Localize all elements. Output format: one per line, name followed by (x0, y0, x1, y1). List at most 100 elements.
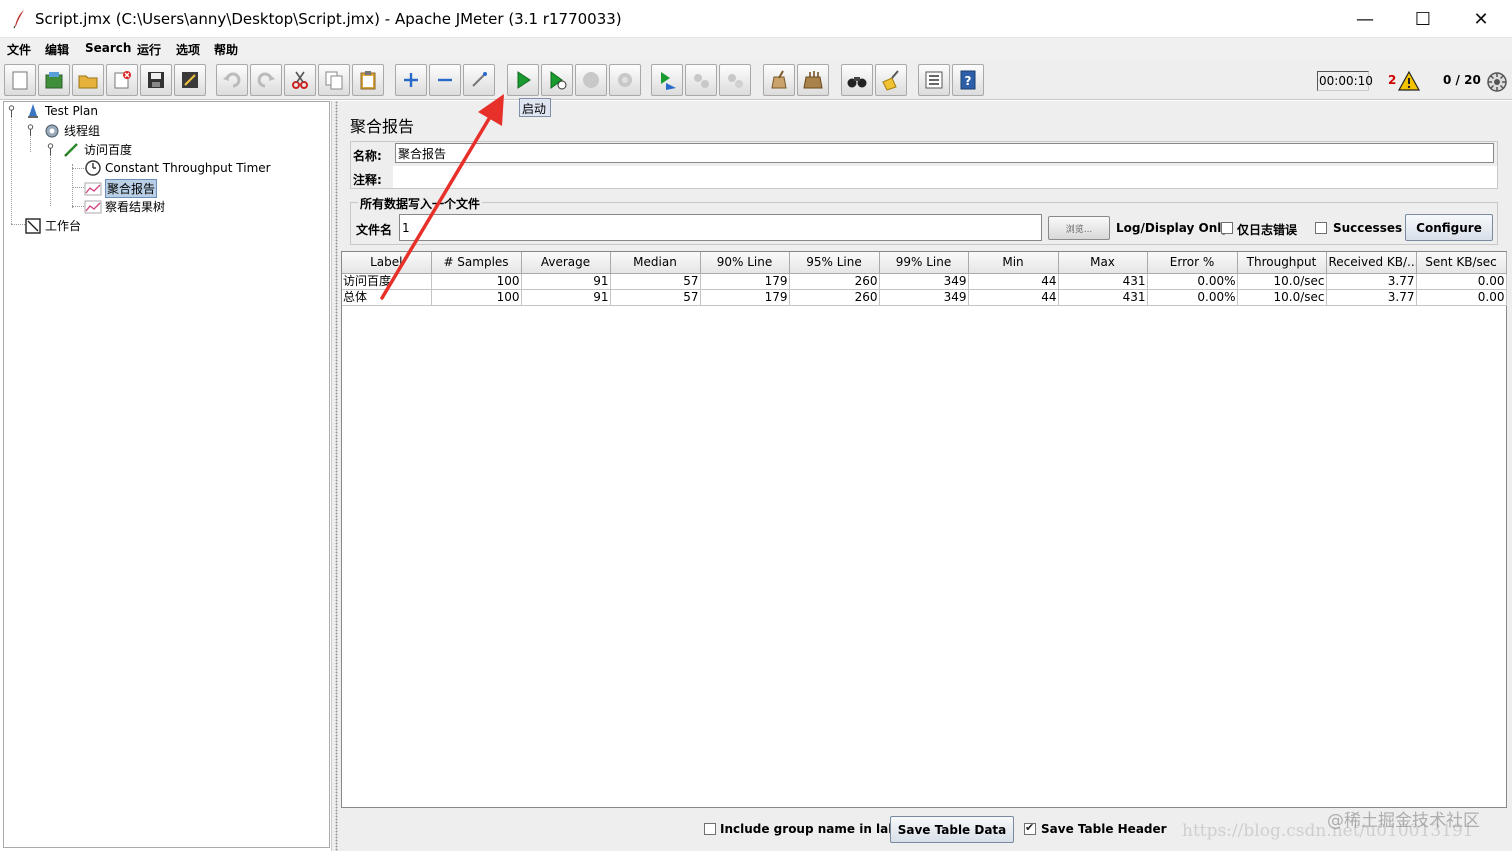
menu-search[interactable]: Search (85, 41, 131, 55)
workbench-icon (25, 217, 41, 234)
table-cell: 179 (700, 289, 790, 306)
play-no-timers-icon (550, 71, 567, 90)
header-min[interactable]: Min (968, 252, 1059, 274)
tree-node-view-results-tree[interactable]: 察看结果树 (84, 198, 165, 215)
save-table-data-button[interactable]: Save Table Data (890, 816, 1014, 843)
table-cell: 0.00 (1416, 289, 1507, 306)
name-comment-box: 名称: 注释: (350, 141, 1498, 189)
tree-node-workbench[interactable]: 工作台 (24, 217, 81, 234)
table-row[interactable]: 总体 100 91 57 179 260 349 44 431 0.00% 10… (342, 289, 1507, 306)
header-max[interactable]: Max (1058, 252, 1148, 274)
configure-button[interactable]: Configure (1405, 214, 1493, 241)
menu-edit[interactable]: 编辑 (45, 41, 69, 58)
collapse-all-button[interactable] (429, 64, 461, 96)
redo-button[interactable] (250, 64, 282, 96)
start-button[interactable] (507, 64, 539, 96)
header-90-line[interactable]: 90% Line (700, 252, 790, 274)
header-95-line[interactable]: 95% Line (789, 252, 880, 274)
menu-file[interactable]: 文件 (7, 41, 31, 58)
cut-button[interactable] (284, 64, 316, 96)
panel-splitter[interactable] (331, 101, 340, 851)
menu-options[interactable]: 选项 (176, 41, 200, 58)
header-received[interactable]: Received KB/... (1326, 252, 1417, 274)
stop-button[interactable] (575, 64, 607, 96)
header-99-line[interactable]: 99% Line (879, 252, 969, 274)
broom-icon (771, 70, 787, 89)
clear-all-button[interactable] (797, 64, 829, 96)
table-cell: 10.0/sec (1237, 289, 1327, 306)
save-as-image-button[interactable] (174, 64, 206, 96)
table-cell: 10.0/sec (1237, 273, 1327, 290)
remote-shutdown-button[interactable] (719, 64, 751, 96)
reset-search-button[interactable] (875, 64, 907, 96)
copy-button[interactable] (318, 64, 350, 96)
clear-button[interactable] (763, 64, 795, 96)
undo-icon (223, 72, 241, 88)
listener-graph-icon (84, 200, 102, 213)
start-no-pauses-button[interactable] (541, 64, 573, 96)
filename-input[interactable] (399, 214, 1042, 241)
tree-node-test-plan[interactable]: Test Plan (24, 103, 98, 119)
header-sent[interactable]: Sent KB/sec (1416, 252, 1507, 274)
table-cell: 44 (968, 289, 1059, 306)
warning-icon[interactable] (1398, 71, 1420, 91)
redo-icon (257, 72, 275, 88)
browse-button[interactable]: 浏览... (1048, 216, 1110, 240)
tree-toggle-icon[interactable] (26, 124, 35, 136)
toggle-button[interactable] (463, 64, 495, 96)
tree-node-http-request[interactable]: 访问百度 (63, 141, 132, 158)
tree-node-thread-group[interactable]: 线程组 (43, 122, 100, 139)
help-button[interactable]: ? (952, 64, 984, 96)
tree-toggle-icon[interactable] (46, 143, 55, 155)
shutdown-button[interactable] (609, 64, 641, 96)
tree-label: 访问百度 (84, 143, 133, 157)
table-cell: 44 (968, 273, 1059, 290)
table-cell: 91 (521, 289, 611, 306)
expand-all-button[interactable] (395, 64, 427, 96)
search-button[interactable] (841, 64, 873, 96)
new-button[interactable] (4, 64, 36, 96)
splitter-grip[interactable] (335, 101, 338, 851)
header-median[interactable]: Median (610, 252, 701, 274)
header-throughput[interactable]: Throughput (1237, 252, 1327, 274)
table-cell: 0.00% (1147, 289, 1238, 306)
table-cell: 访问百度 (342, 273, 432, 290)
comment-input[interactable] (393, 166, 1497, 188)
errors-only-checkbox[interactable] (1221, 222, 1233, 234)
function-helper-button[interactable] (918, 64, 950, 96)
open-folder-icon (78, 75, 98, 89)
table-cell: 3.77 (1326, 273, 1417, 290)
tree-node-throughput-timer[interactable]: Constant Throughput Timer (84, 160, 271, 176)
paste-button[interactable] (352, 64, 384, 96)
header-label[interactable]: Label (342, 252, 432, 274)
open-button[interactable] (72, 64, 104, 96)
close-window-button[interactable]: ✕ (1452, 0, 1510, 38)
save-table-header-checkbox[interactable] (1024, 821, 1036, 835)
successes-checkbox[interactable] (1315, 222, 1327, 234)
window-title: Script.jmx (C:\Users\anny\Desktop\Script… (35, 10, 622, 28)
minimize-button[interactable]: — (1336, 0, 1394, 38)
table-cell: 0.00 (1416, 273, 1507, 290)
tree-toggle-icon[interactable] (7, 105, 16, 117)
menu-run[interactable]: 运行 (137, 41, 161, 58)
header-error[interactable]: Error % (1147, 252, 1238, 274)
templates-button[interactable] (38, 64, 70, 96)
name-label: 名称: (353, 149, 382, 163)
table-cell: 260 (789, 289, 880, 306)
include-group-checkbox[interactable] (704, 823, 716, 835)
name-input[interactable] (395, 143, 1494, 163)
close-file-button[interactable] (106, 64, 138, 96)
remote-start-button[interactable] (651, 64, 683, 96)
remote-stop-button[interactable] (685, 64, 717, 96)
save-image-icon (182, 72, 198, 88)
table-row[interactable]: 访问百度 100 91 57 179 260 349 44 431 0.00% … (342, 273, 1507, 290)
maximize-button[interactable]: ☐ (1394, 0, 1452, 38)
undo-button[interactable] (216, 64, 248, 96)
table-header-row: Label # Samples Average Median 90% Line … (342, 252, 1507, 274)
header-average[interactable]: Average (521, 252, 611, 274)
save-button[interactable] (140, 64, 172, 96)
tree-node-aggregate-report[interactable]: 聚合报告 (84, 179, 158, 198)
header-samples[interactable]: # Samples (431, 252, 522, 274)
thread-group-gear-icon (45, 124, 59, 137)
menu-help[interactable]: 帮助 (214, 41, 238, 58)
